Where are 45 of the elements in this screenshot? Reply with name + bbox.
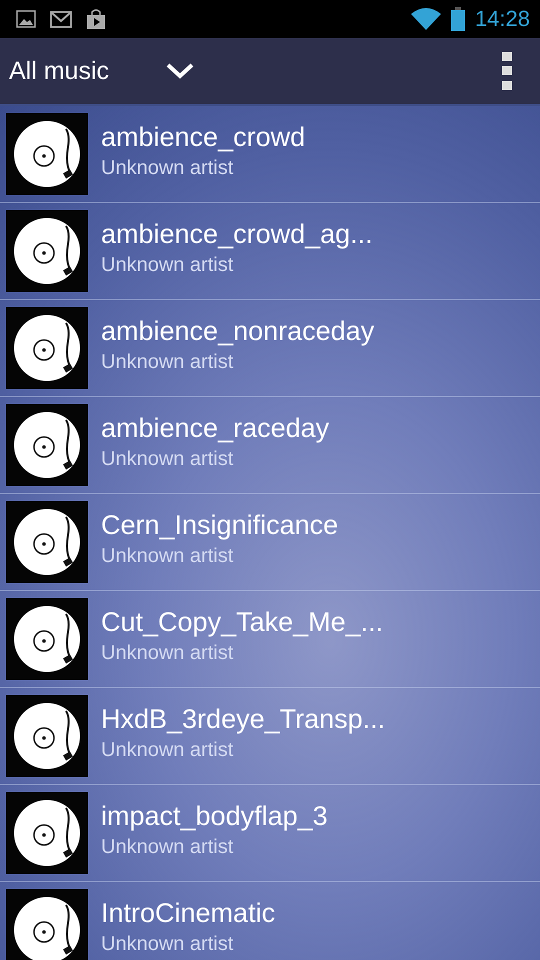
song-row[interactable]: Cern_Insignificance Unknown artist — [0, 494, 540, 591]
record-player-icon — [6, 598, 88, 680]
song-title: IntroCinematic — [101, 898, 276, 929]
chevron-down-icon — [165, 62, 196, 80]
record-player-icon — [6, 113, 88, 195]
song-row[interactable]: ambience_nonraceday Unknown artist — [0, 300, 540, 397]
record-player-icon — [6, 695, 88, 777]
shopping-bag-icon — [86, 8, 106, 30]
artist-name: Unknown artist — [101, 351, 234, 374]
mail-icon — [50, 10, 72, 28]
artist-name: Unknown artist — [101, 254, 234, 277]
artist-name: Unknown artist — [101, 545, 234, 568]
artist-name: Unknown artist — [101, 448, 234, 471]
song-row[interactable]: Cut_Copy_Take_Me_... Unknown artist — [0, 591, 540, 688]
battery-icon — [450, 7, 465, 31]
song-title: Cut_Copy_Take_Me_... — [101, 607, 384, 638]
artist-name: Unknown artist — [101, 157, 234, 180]
song-row[interactable]: ambience_raceday Unknown artist — [0, 397, 540, 494]
library-dropdown[interactable]: All music — [9, 56, 196, 86]
clock-time: 14:28 — [474, 6, 530, 32]
artist-name: Unknown artist — [101, 642, 234, 665]
song-row[interactable]: impact_bodyflap_3 Unknown artist — [0, 785, 540, 882]
record-player-icon — [6, 501, 88, 583]
picture-notification-icon — [16, 10, 36, 28]
song-title: impact_bodyflap_3 — [101, 801, 328, 832]
song-title: ambience_nonraceday — [101, 316, 374, 347]
song-title: ambience_crowd_ag... — [101, 219, 373, 250]
song-title: Cern_Insignificance — [101, 510, 338, 541]
song-row[interactable]: ambience_crowd_ag... Unknown artist — [0, 203, 540, 300]
artist-name: Unknown artist — [101, 836, 234, 859]
song-title: HxdB_3rdeye_Transp... — [101, 704, 386, 735]
overflow-menu-icon[interactable] — [502, 52, 512, 90]
record-player-icon — [6, 792, 88, 874]
song-row[interactable]: HxdB_3rdeye_Transp... Unknown artist — [0, 688, 540, 785]
song-row[interactable]: ambience_crowd Unknown artist — [0, 106, 540, 203]
record-player-icon — [6, 210, 88, 292]
record-player-icon — [6, 889, 88, 960]
wifi-icon — [410, 8, 441, 30]
song-title: ambience_raceday — [101, 413, 330, 444]
artist-name: Unknown artist — [101, 933, 234, 956]
record-player-icon — [6, 404, 88, 486]
artist-name: Unknown artist — [101, 739, 234, 762]
song-row[interactable]: IntroCinematic Unknown artist — [0, 882, 540, 960]
song-title: ambience_crowd — [101, 122, 306, 153]
record-player-icon — [6, 307, 88, 389]
